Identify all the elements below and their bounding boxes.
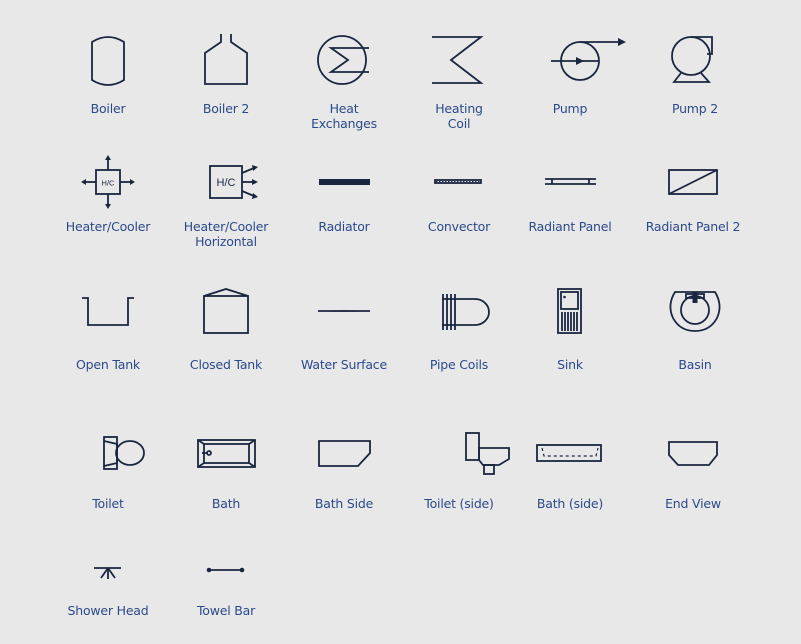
symbol-radiant-panel: Radiant Panel [511,153,629,234]
symbol-label: Basin [678,357,712,372]
pump-icon [551,38,626,81]
symbol-heater-cooler-horizontal: H/C Heater/Cooler Horizontal [167,153,285,249]
icon-text: H/C [217,177,236,189]
symbol-heater-cooler: H/C Heater/Cooler [49,153,167,234]
symbol-end-view: End View [634,425,752,511]
symbol-pipe-coils: Pipe Coils [400,285,518,372]
symbol-shower-head: Shower Head [49,555,167,618]
heat-exchanger-icon [317,35,369,85]
symbol-label: Boiler 2 [202,101,250,116]
symbol-bath-side: Bath Side [285,425,403,511]
symbol-pump-2: Pump 2 [636,32,754,116]
symbol-label: Open Tank [76,357,140,372]
sink-icon [557,288,582,334]
symbol-label: Towel Bar [196,603,256,618]
symbol-toilet-side: Toilet (side) [400,425,518,511]
symbol-boiler: Boiler [49,32,167,116]
water-surface-icon [318,310,370,312]
symbol-bath: Bath [167,425,285,511]
pipe-coils-icon [442,294,490,330]
symbol-basin: Basin [636,285,754,372]
pump-2-icon [671,36,713,83]
symbol-label: Water Surface [301,357,387,372]
heater-cooler-horizontal-icon: H/C [209,165,258,199]
heating-coil-icon [432,36,484,84]
icon-text: H/C [102,179,116,188]
bath-side-view-icon [536,444,602,462]
symbol-label: Heater/Cooler Horizontal [183,219,269,249]
symbol-label: Heat Exchanges [311,101,377,131]
symbol-label: Radiator [318,219,370,234]
symbol-label: Radiant Panel 2 [645,219,741,234]
towel-bar-icon [206,567,245,573]
closed-tank-icon [203,288,249,334]
radiant-panel-icon [545,178,596,185]
symbol-label: Pipe Coils [429,357,489,372]
symbol-heat-exchanger: Heat Exchanges [285,32,403,131]
symbol-toilet: Toilet [49,425,167,511]
bath-icon [197,439,256,468]
symbol-label: Sink [557,357,583,372]
convector-icon [434,179,482,184]
symbol-closed-tank: Closed Tank [167,285,285,372]
symbol-label: Radiant Panel [528,219,612,234]
radiator-icon [319,179,370,185]
symbol-open-tank: Open Tank [49,285,167,372]
symbol-label: Bath [211,496,241,511]
bath-side-icon [318,440,371,467]
symbol-radiator: Radiator [285,153,403,234]
symbol-boiler-2: Boiler 2 [167,32,285,116]
open-tank-icon [82,297,134,326]
symbol-label: Convector [427,219,491,234]
heater-cooler-icon: H/C [81,155,135,209]
basin-icon [669,291,721,332]
symbol-label: End View [665,496,721,511]
symbol-heating-coil: Heating Coil [400,32,518,131]
symbol-towel-bar: Towel Bar [167,555,285,618]
symbol-label: Bath Side [314,496,374,511]
boiler-icon [91,36,125,86]
symbol-water-surface: Water Surface [285,285,403,372]
symbol-pump: Pump [511,32,629,116]
symbol-sink: Sink [511,285,629,372]
toilet-icon [103,436,145,470]
symbol-convector: Convector [400,153,518,234]
symbol-radiant-panel-2: Radiant Panel 2 [634,153,752,234]
symbol-label: Toilet (side) [424,496,494,511]
symbol-label: Pump 2 [671,101,719,116]
symbol-bath-side-view: Bath (side) [511,425,629,511]
symbol-label: Shower Head [67,603,149,618]
symbol-label: Boiler [90,101,126,116]
boiler-2-icon [204,34,248,85]
toilet-side-icon [465,432,510,475]
symbol-label: Closed Tank [189,357,263,372]
symbol-label: Heater/Cooler [65,219,151,234]
radiant-panel-2-icon [668,169,718,195]
symbol-label: Pump [552,101,588,116]
end-view-icon [668,441,718,466]
shower-head-icon [94,567,121,579]
symbol-label: Heating Coil [435,101,483,131]
symbol-label: Toilet [92,496,124,511]
symbol-label: Bath (side) [536,496,604,511]
